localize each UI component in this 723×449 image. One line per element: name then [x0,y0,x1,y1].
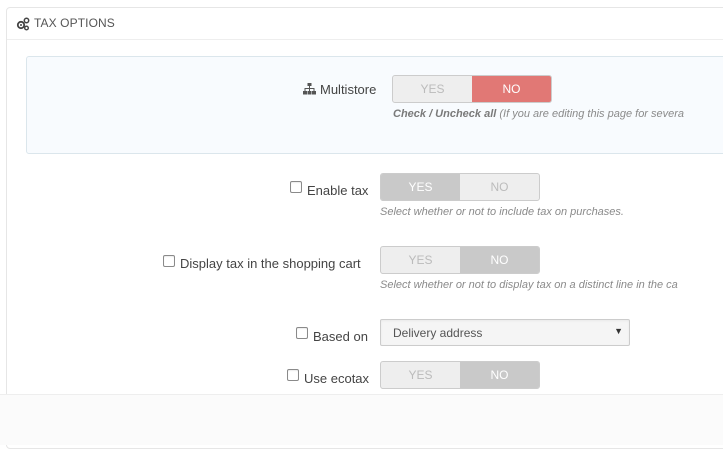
use-ecotax-label: Use ecotax [304,371,370,386]
multistore-label: Multistore [320,82,377,97]
display-tax-yes-option[interactable]: YES [381,247,460,273]
sitemap-icon [303,83,316,95]
multistore-no-option[interactable]: NO [472,76,551,102]
check-uncheck-all-text: Check / Uncheck all [393,108,497,120]
enable-tax-checkbox[interactable] [290,181,302,193]
display-tax-switch[interactable]: YES NO [380,246,540,274]
multistore-box [26,56,723,154]
based-on-checkbox[interactable] [296,327,308,339]
enable-tax-label: Enable tax [307,183,369,198]
display-tax-label: Display tax in the shopping cart [180,256,361,271]
use-ecotax-switch[interactable]: YES NO [380,361,540,389]
multistore-help: Check / Uncheck all (If you are editing … [393,108,684,120]
panel-title: TAX OPTIONS [34,16,115,30]
use-ecotax-yes-option[interactable]: YES [381,362,460,388]
panel-heading: TAX OPTIONS [7,8,723,40]
enable-tax-switch[interactable]: YES NO [380,173,540,201]
multistore-yes-option[interactable]: YES [393,76,472,102]
based-on-selected-value: Delivery address [393,326,483,340]
display-tax-checkbox[interactable] [163,255,175,267]
enable-tax-yes-option[interactable]: YES [381,174,460,200]
caret-down-icon: ▼ [614,326,623,336]
enable-tax-no-option[interactable]: NO [460,174,539,200]
based-on-label: Based on [313,329,368,344]
gears-icon [16,17,30,31]
enable-tax-help: Select whether or not to include tax on … [380,206,624,218]
multistore-help-text: (If you are editing this page for severa [496,108,685,120]
panel-footer [0,394,723,445]
use-ecotax-no-option[interactable]: NO [460,362,539,388]
display-tax-no-option[interactable]: NO [460,247,539,273]
display-tax-help: Select whether or not to display tax on … [380,279,678,291]
multistore-switch[interactable]: YES NO [392,75,552,103]
use-ecotax-checkbox[interactable] [287,369,299,381]
based-on-select[interactable]: Delivery address ▼ [380,319,630,346]
